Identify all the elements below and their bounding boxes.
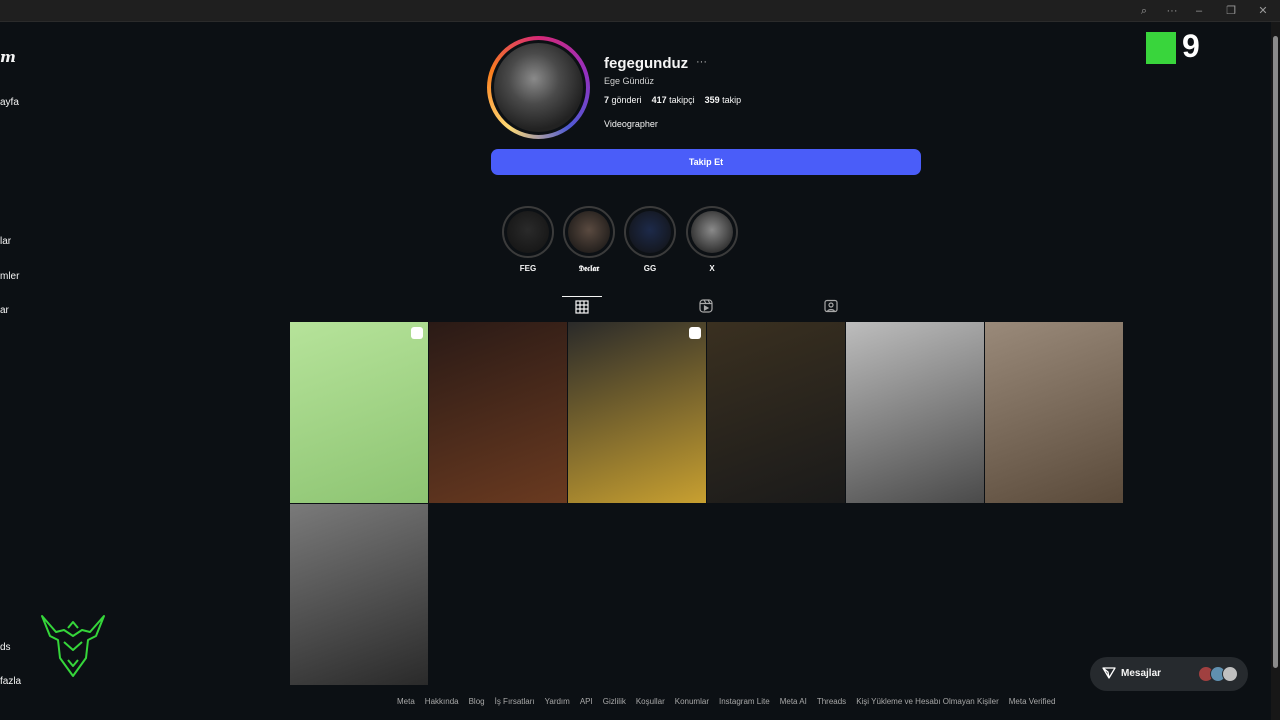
posts-grid — [290, 322, 1124, 686]
post-thumbnail[interactable] — [846, 322, 984, 503]
send-icon — [1102, 666, 1116, 683]
footer-link[interactable]: Gizlilik — [603, 697, 626, 706]
footer-link[interactable]: Meta Verified — [1009, 697, 1056, 706]
post-thumbnail[interactable] — [290, 322, 428, 503]
minimize-icon[interactable]: – — [1191, 3, 1207, 19]
highlight-cover — [502, 206, 554, 258]
posts-stat: 7 gönderi — [604, 95, 642, 105]
footer-link[interactable]: Konumlar — [675, 697, 709, 706]
sidebar-item-create[interactable]: ar — [0, 305, 9, 316]
highlight-item[interactable]: GG — [624, 206, 676, 273]
story-ring[interactable] — [487, 36, 590, 139]
footer-link[interactable]: Hakkında — [425, 697, 459, 706]
grid-icon — [575, 300, 589, 314]
posts-grid-tab[interactable] — [562, 296, 602, 318]
sidebar-item-home[interactable]: ayfa — [0, 97, 19, 108]
sidebar-item-notifications[interactable]: mler — [0, 271, 19, 282]
post-thumbnail[interactable] — [568, 322, 706, 503]
highlight-item[interactable]: 𝕯𝖊𝖈𝖑𝖆𝖗 — [563, 206, 615, 274]
footer-link[interactable]: Kişi Yükleme ve Hesabı Olmayan Kişiler — [856, 697, 999, 706]
post-thumbnail[interactable] — [707, 322, 845, 503]
k9-number: 9 — [1182, 28, 1200, 64]
footer-link[interactable]: API — [580, 697, 593, 706]
follow-button[interactable]: Takip Et — [491, 149, 921, 175]
message-avatar — [1222, 666, 1238, 682]
highlight-label: GG — [643, 264, 657, 273]
reels-tab[interactable] — [686, 299, 726, 321]
footer-link[interactable]: Threads — [817, 697, 846, 706]
footer-link[interactable]: Instagram Lite — [719, 697, 770, 706]
highlight-label: X — [709, 264, 715, 273]
post-thumbnail[interactable] — [429, 322, 567, 503]
post-thumbnail[interactable] — [985, 322, 1123, 503]
sidebar-nav: m ayfa lar mler ar ds fazla — [0, 22, 30, 720]
reels-icon — [699, 299, 713, 313]
following-stat[interactable]: 359 takip — [705, 95, 742, 105]
footer-link[interactable]: Koşullar — [636, 697, 665, 706]
highlight-label: FEG — [519, 264, 537, 273]
footer-links: Meta Hakkında Blog İş Fırsatları Yardım API Gi… — [397, 697, 1055, 706]
highlight-cover — [686, 206, 738, 258]
sidebar-item-threads[interactable]: ds — [0, 642, 11, 653]
footer-link[interactable]: İş Fırsatları — [495, 697, 535, 706]
bull-logo-icon — [41, 615, 105, 677]
sidebar-item-more[interactable]: fazla — [0, 676, 21, 687]
scrollbar-thumb[interactable] — [1273, 36, 1278, 668]
messages-label: Mesajlar — [1121, 668, 1162, 679]
window-titlebar: ⌕ ··· – ❐ ✕ — [0, 0, 1280, 22]
more-icon[interactable]: ··· — [1164, 3, 1180, 19]
highlight-cover — [624, 206, 676, 258]
footer-link[interactable]: Meta AI — [780, 697, 807, 706]
messages-button[interactable]: Mesajlar — [1090, 657, 1248, 691]
profile-username: fegegunduz — [604, 55, 689, 72]
footer-link[interactable]: Meta — [397, 697, 415, 706]
profile-bio: Videographer — [604, 119, 658, 129]
profile-full-name: Ege Gündüz — [604, 76, 655, 86]
close-icon[interactable]: ✕ — [1255, 3, 1271, 19]
followers-stat[interactable]: 417 takipçi — [652, 95, 695, 105]
reel-badge-icon — [689, 327, 701, 339]
more-options-icon[interactable]: ··· — [696, 56, 707, 68]
tagged-tab[interactable] — [811, 299, 851, 321]
sidebar-item-messages[interactable]: lar — [0, 236, 11, 247]
zoom-icon[interactable]: ⌕ — [1136, 3, 1152, 19]
scrollbar[interactable] — [1271, 22, 1280, 720]
k9-channel-logo: 9 — [1146, 28, 1206, 66]
profile-tabs — [290, 296, 1124, 322]
post-thumbnail[interactable] — [290, 504, 428, 685]
instagram-logo[interactable]: m — [0, 48, 16, 66]
reel-badge-icon — [411, 327, 423, 339]
highlight-label: 𝕯𝖊𝖈𝖑𝖆𝖗 — [578, 264, 600, 273]
footer-link[interactable]: Blog — [469, 697, 485, 706]
highlight-item[interactable]: X — [686, 206, 738, 273]
footer-link[interactable]: Yardım — [545, 697, 570, 706]
k-letter-icon — [1146, 32, 1176, 64]
tagged-icon — [824, 299, 838, 313]
avatar[interactable] — [491, 40, 586, 135]
highlight-item[interactable]: FEG — [502, 206, 554, 273]
profile-stats: 7 gönderi 417 takipçi 359 takip — [604, 95, 741, 105]
highlight-cover — [563, 206, 615, 258]
restore-icon[interactable]: ❐ — [1223, 3, 1239, 19]
